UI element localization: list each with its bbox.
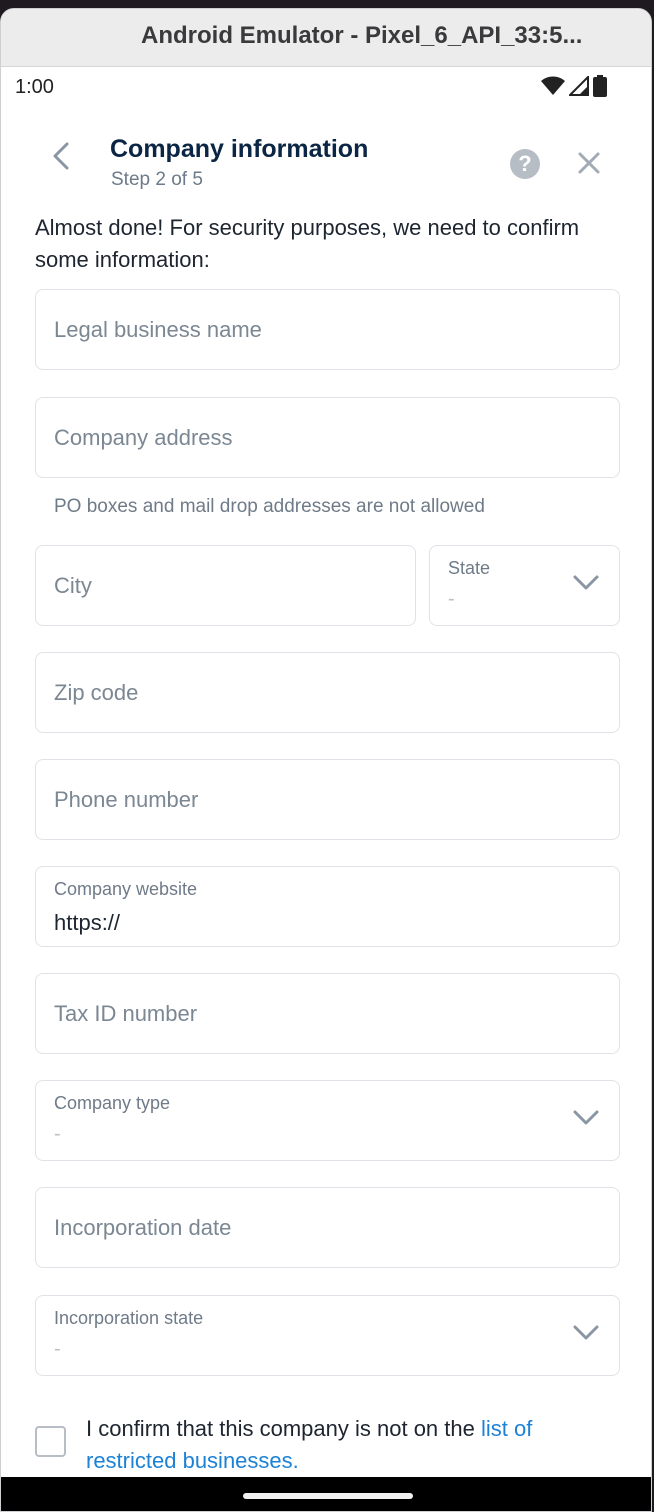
restricted-businesses-checkbox[interactable] (35, 1426, 66, 1457)
company-website-label: Company website (54, 879, 198, 899)
phone-number-placeholder: Phone number (54, 787, 199, 812)
company-type-value: - (54, 1123, 61, 1145)
phone-number-field[interactable]: Phone number (35, 759, 620, 840)
status-bar: 1:00 (1, 67, 651, 107)
close-icon[interactable] (575, 149, 603, 177)
legal-business-name-placeholder: Legal business name (54, 317, 262, 342)
window-titlebar[interactable]: Android Emulator - Pixel_6_API_33:5... (1, 9, 651, 67)
tax-id-placeholder: Tax ID number (54, 1001, 198, 1026)
chevron-down-icon (573, 1110, 599, 1125)
step-indicator: Step 2 of 5 (111, 169, 203, 190)
battery-icon (593, 75, 607, 97)
help-icon[interactable]: ? (510, 149, 540, 179)
window-title: Android Emulator - Pixel_6_API_33:5... (141, 22, 583, 49)
legal-business-name-field[interactable]: Legal business name (35, 289, 620, 370)
incorporation-state-select[interactable]: Incorporation state - (35, 1295, 620, 1376)
zip-code-field[interactable]: Zip code (35, 652, 620, 733)
address-hint: PO boxes and mail drop addresses are not… (54, 496, 485, 517)
signal-icon (569, 76, 589, 96)
city-placeholder: City (54, 573, 92, 598)
state-label: State (448, 558, 491, 578)
android-navigation-bar (1, 1477, 651, 1511)
confirm-text: I confirm that this company is not on th… (86, 1413, 626, 1477)
company-website-field[interactable]: Company website https:// (35, 866, 620, 947)
chevron-left-icon[interactable] (47, 141, 77, 171)
intro-text: Almost done! For security purposes, we n… (35, 215, 580, 272)
page-title: Company information (110, 135, 369, 163)
company-address-placeholder: Company address (54, 425, 233, 450)
incorporation-date-placeholder: Incorporation date (54, 1215, 232, 1240)
company-address-field[interactable]: Company address (35, 397, 620, 478)
status-time: 1:00 (15, 76, 54, 98)
emulator-window: Android Emulator - Pixel_6_API_33:5... 1… (0, 8, 652, 1512)
zip-code-placeholder: Zip code (54, 680, 139, 705)
company-type-label: Company type (54, 1093, 171, 1113)
state-select[interactable]: State - (429, 545, 620, 626)
wifi-icon (541, 76, 565, 95)
company-type-select[interactable]: Company type - (35, 1080, 620, 1161)
tax-id-field[interactable]: Tax ID number (35, 973, 620, 1054)
city-field[interactable]: City (35, 545, 416, 626)
incorporation-state-value: - (54, 1338, 61, 1360)
incorporation-date-field[interactable]: Incorporation date (35, 1187, 620, 1268)
chevron-down-icon (573, 575, 599, 590)
chevron-down-icon (573, 1325, 599, 1340)
confirm-statement: I confirm that this company is not on th… (86, 1416, 481, 1441)
company-website-value: https:// (54, 910, 121, 935)
incorporation-state-label: Incorporation state (54, 1308, 204, 1328)
status-icons (541, 75, 607, 97)
state-value: - (448, 588, 455, 610)
home-gesture-handle[interactable] (243, 1493, 413, 1499)
page-header: Company information Step 2 of 5 ? (1, 107, 651, 199)
